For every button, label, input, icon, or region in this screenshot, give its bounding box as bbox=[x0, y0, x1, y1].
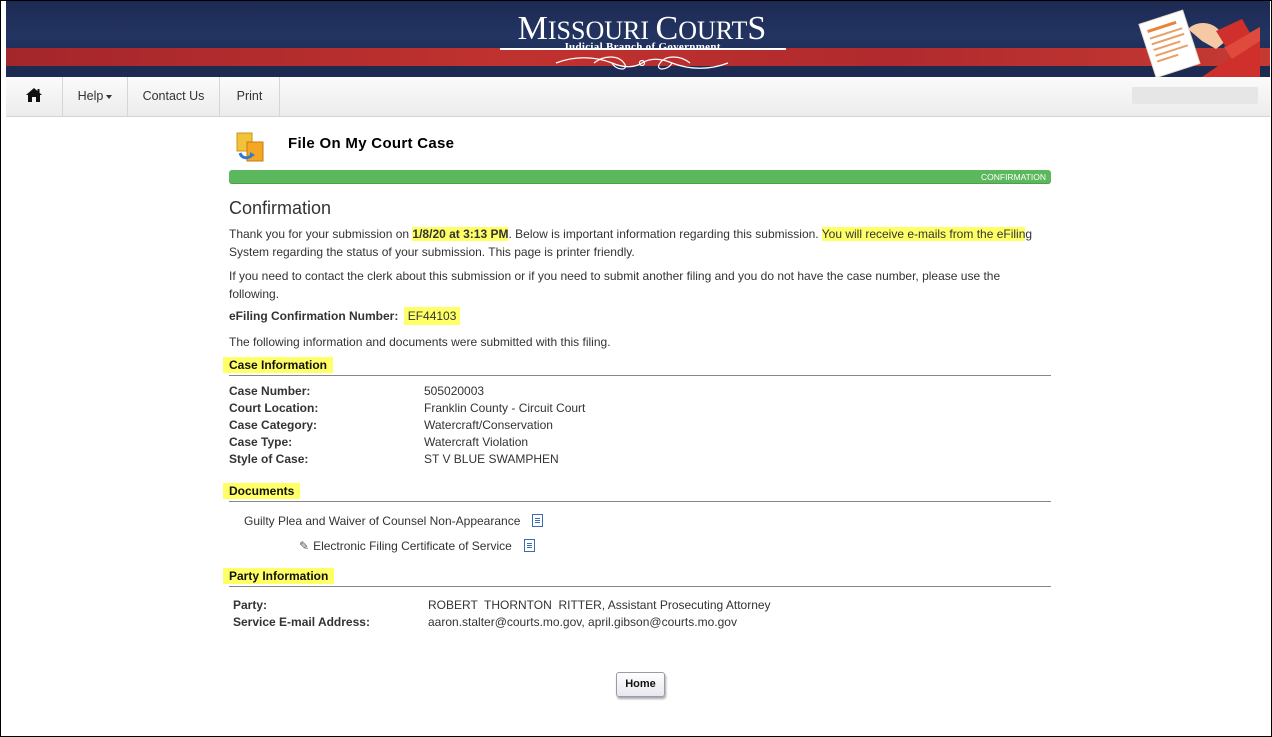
nav-help-label: Help bbox=[77, 89, 104, 103]
document-icon[interactable] bbox=[523, 539, 535, 552]
submitted-info-message: The following information and documents … bbox=[229, 335, 611, 349]
home-icon bbox=[26, 88, 42, 103]
email-notice-highlight: You will receive e-mails from the eFilin bbox=[821, 227, 1026, 241]
case-information-header: Case Information bbox=[223, 357, 1051, 376]
confirmation-heading: Confirmation bbox=[229, 198, 332, 218]
case-category-row: Case Category: Watercraft/Conservation bbox=[229, 418, 553, 432]
nav-help-menu[interactable]: Help bbox=[63, 77, 128, 116]
nav-home-button[interactable] bbox=[6, 77, 63, 116]
app-frame: MISSOURI COURTS Judicial Branch of Gover… bbox=[0, 0, 1272, 737]
nav-contact-us-link[interactable]: Contact Us bbox=[128, 77, 220, 116]
document-name: Guilty Plea and Waiver of Counsel Non-Ap… bbox=[244, 514, 521, 528]
confirmation-number-label: eFiling Confirmation Number: bbox=[229, 309, 399, 323]
site-banner: MISSOURI COURTS Judicial Branch of Gover… bbox=[6, 1, 1270, 77]
clerk-contact-message: If you need to contact the clerk about t… bbox=[229, 269, 1001, 301]
file-transfer-icon bbox=[236, 132, 264, 162]
attachment-item: ✎ Electronic Filing Certificate of Servic… bbox=[299, 539, 535, 553]
confirmation-number-row: eFiling Confirmation Number: EF44103 bbox=[229, 307, 461, 325]
document-item: Guilty Plea and Waiver of Counsel Non-Ap… bbox=[244, 514, 544, 528]
style-of-case-row: Style of Case: ST V BLUE SWAMPHEN bbox=[229, 452, 559, 466]
submission-datetime: 1/8/20 at 3:13 PM bbox=[412, 227, 509, 241]
logo-rule bbox=[500, 48, 786, 50]
home-button[interactable]: Home bbox=[616, 672, 665, 697]
main-content: File On My Court Case CONFIRMATION Confi… bbox=[223, 125, 1051, 697]
nav-print-link[interactable]: Print bbox=[220, 77, 280, 116]
progress-bar: CONFIRMATION bbox=[229, 170, 1051, 184]
missouri-courts-logo[interactable]: MISSOURI COURTS Judicial Branch of Gover… bbox=[494, 6, 790, 74]
top-nav: Help Contact Us Print bbox=[6, 77, 1270, 117]
party-information-header: Party Information bbox=[223, 568, 1051, 587]
documents-header: Documents bbox=[223, 483, 1051, 502]
court-location-row: Court Location: Franklin County - Circuit… bbox=[229, 401, 586, 415]
party-row: Party: ROBERT THORNTON RITTER, Assistant … bbox=[233, 598, 771, 612]
document-hand-illustration-icon bbox=[1138, 9, 1260, 77]
page-title-row: File On My Court Case bbox=[229, 125, 1051, 165]
paperclip-icon: ✎ bbox=[299, 539, 310, 553]
service-email-row: Service E-mail Address: aaron.stalter@cou… bbox=[233, 615, 737, 629]
submission-message: Thank you for your submission on 1/8/20 … bbox=[229, 227, 1033, 259]
document-icon[interactable] bbox=[532, 514, 544, 527]
progress-label: CONFIRMATION bbox=[980, 172, 1046, 182]
case-number-row: Case Number: 505020003 bbox=[229, 384, 485, 398]
page-title: File On My Court Case bbox=[288, 135, 455, 152]
user-name-redacted[interactable] bbox=[1132, 87, 1258, 104]
attachment-name: Electronic Filing Certificate of Service bbox=[313, 539, 512, 553]
case-type-row: Case Type: Watercraft Violation bbox=[229, 435, 529, 449]
logo-flourish-icon bbox=[555, 56, 729, 70]
caret-down-icon bbox=[106, 94, 113, 99]
confirmation-number-value: EF44103 bbox=[403, 307, 461, 325]
